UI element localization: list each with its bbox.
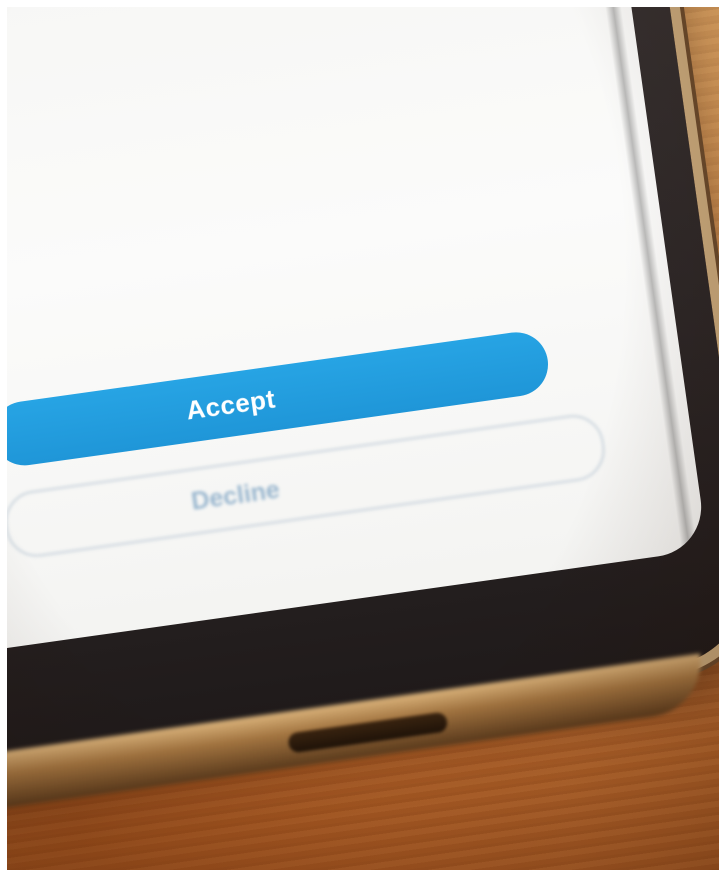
decline-button-label: Decline	[189, 475, 282, 516]
body-line	[7, 56, 485, 128]
body-line	[7, 56, 485, 128]
body-line	[7, 56, 485, 128]
blurred-body-text	[7, 56, 485, 128]
smartphone: Accept Decline	[7, 7, 719, 821]
body-line	[7, 56, 485, 128]
photo: Accept Decline	[0, 0, 719, 870]
accept-button-label: Accept	[184, 382, 278, 426]
body-line	[7, 56, 485, 128]
wooden-table-background: Accept Decline	[7, 7, 719, 870]
